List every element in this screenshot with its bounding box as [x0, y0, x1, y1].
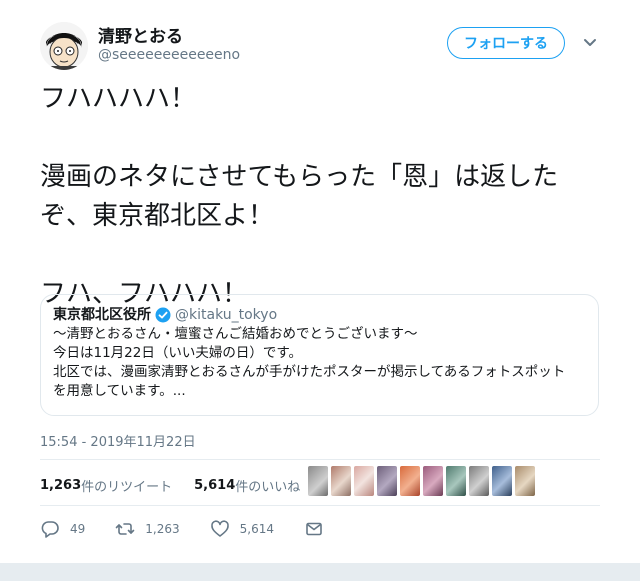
quoted-tweet[interactable]: 東京都北区役所 @kitaku_tokyo ～清野とおるさん・壇蜜さんご結婚おめ…: [40, 294, 599, 416]
follow-button[interactable]: フォローする: [447, 27, 565, 59]
divider: [40, 505, 600, 506]
avatar[interactable]: [40, 22, 88, 70]
tweet-timestamp[interactable]: 15:54 - 2019年11月22日: [40, 431, 196, 450]
like-count-label[interactable]: 件のいいね: [235, 476, 300, 495]
verified-icon: [155, 307, 171, 323]
liker-avatar[interactable]: [492, 466, 512, 496]
retweet-button[interactable]: 1,263: [115, 519, 180, 539]
direct-message-button[interactable]: [304, 519, 334, 539]
like-count: 5,614: [239, 522, 274, 536]
quoted-tweet-text: ～清野とおるさん・壇蜜さんご結婚おめでとうございます～ 今日は11月22日（いい…: [53, 326, 566, 399]
liker-avatar[interactable]: [400, 466, 420, 496]
avatar-image: [40, 22, 88, 70]
retweet-count-label[interactable]: 件のリツイート: [81, 476, 172, 495]
quoted-author-handle: @kitaku_tokyo: [175, 307, 278, 323]
liker-avatar[interactable]: [446, 466, 466, 496]
liker-avatar[interactable]: [423, 466, 443, 496]
engagement-stats: 1,263 件のリツイート 5,614 件のいいね: [40, 476, 300, 495]
quoted-author-name: 東京都北区役所: [53, 307, 151, 323]
author-name[interactable]: 清野とおる: [98, 22, 183, 47]
likers-avatars[interactable]: [308, 466, 535, 496]
liker-avatar[interactable]: [331, 466, 351, 496]
liker-avatar[interactable]: [354, 466, 374, 496]
liker-avatar[interactable]: [515, 466, 535, 496]
reply-icon: [41, 521, 59, 538]
like-button[interactable]: 5,614: [210, 519, 274, 539]
page-footer-bar: [0, 563, 640, 581]
divider: [40, 459, 600, 460]
liker-avatar[interactable]: [377, 466, 397, 496]
quoted-tweet-header: 東京都北区役所 @kitaku_tokyo: [53, 305, 586, 325]
reply-button[interactable]: 49: [40, 519, 85, 539]
liker-avatar[interactable]: [469, 466, 489, 496]
heart-icon: [210, 520, 229, 537]
reply-count: 49: [70, 522, 86, 536]
like-count-total[interactable]: 5,614: [194, 478, 235, 493]
author-handle[interactable]: @seeeeeeeeeeeeno: [98, 47, 240, 63]
chevron-down-icon[interactable]: [581, 34, 599, 52]
retweet-icon: [115, 523, 135, 535]
tweet-text: フハハハハ！ 漫画のネタにさせてもらった「恩」は返した ぞ、東京都北区よ！ フハ…: [40, 84, 559, 309]
retweet-count: 1,263: [145, 522, 180, 536]
tweet-actions: 49 1,263 5,614: [40, 519, 364, 539]
retweet-count-total[interactable]: 1,263: [40, 478, 81, 493]
liker-avatar[interactable]: [308, 466, 328, 496]
message-icon: [306, 522, 322, 536]
